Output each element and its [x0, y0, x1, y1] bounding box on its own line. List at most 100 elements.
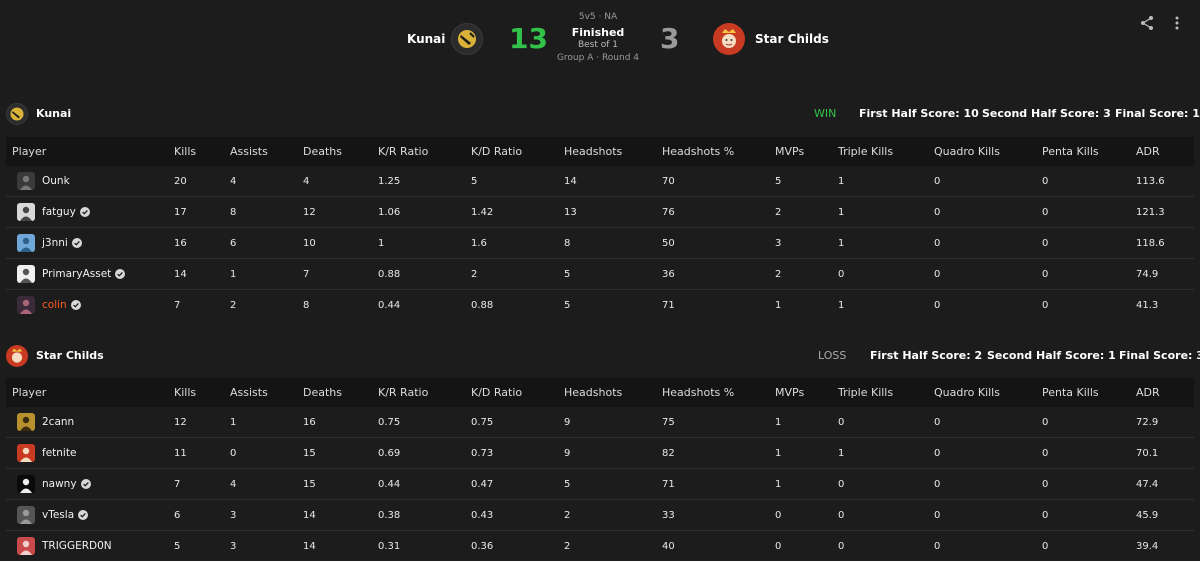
column-header[interactable]: Headshots %	[662, 378, 775, 407]
column-header[interactable]: Headshots	[564, 137, 662, 166]
column-header[interactable]: K/R Ratio	[378, 137, 471, 166]
column-header[interactable]: Triple Kills	[838, 378, 934, 407]
stat-cell-mvps: 1	[775, 416, 782, 428]
player-row[interactable]: Ounk 20 4 4 1.25 5 14 70 5 1 0 0 113.6	[6, 166, 1194, 197]
player-name[interactable]: vTesla	[42, 509, 74, 521]
column-header[interactable]: ADR	[1136, 378, 1194, 407]
stat-cell-deaths: 7	[303, 258, 378, 290]
team-name: Star Childs	[36, 349, 104, 362]
stat-cell-mvps: 1	[775, 289, 838, 320]
share-icon[interactable]	[1136, 12, 1158, 34]
stat-cell-adr: 45.9	[1136, 499, 1194, 531]
column-header[interactable]: Deaths	[303, 378, 378, 407]
stat-cell-quadro-kills: 0	[934, 499, 1042, 531]
kunai-logo-small	[6, 103, 28, 125]
column-header[interactable]: K/D Ratio	[471, 378, 564, 407]
column-header[interactable]: Player	[6, 137, 174, 166]
player-cell[interactable]: fatguy	[6, 196, 174, 228]
player-name[interactable]: colin	[42, 299, 67, 311]
column-header[interactable]: K/R Ratio	[378, 378, 471, 407]
player-cell[interactable]: 2cann	[6, 407, 174, 438]
column-header[interactable]: Deaths	[303, 137, 378, 166]
player-row[interactable]: fatguy 17 8 12 1.06 1.42 13 76 2 1 0 0 121.3	[6, 196, 1194, 228]
second-half-score: Second Half Score: 3	[982, 107, 1111, 120]
second-half-score: Second Half Score: 1	[987, 349, 1116, 362]
player-cell[interactable]: TRIGGERD0N	[6, 530, 174, 561]
avatar[interactable]	[17, 234, 35, 252]
avatar[interactable]	[17, 203, 35, 221]
stat-cell-k-d-ratio: 1.6	[471, 227, 564, 259]
column-header[interactable]: ADR	[1136, 137, 1194, 166]
column-header[interactable]: K/D Ratio	[471, 137, 564, 166]
stat-cell-adr: 47.4	[1136, 468, 1194, 500]
player-row[interactable]: 2cann 12 1 16 0.75 0.75 9 75 1 0 0 0 72.9	[6, 407, 1194, 438]
stat-cell-headshots: 8	[564, 227, 662, 259]
player-row[interactable]: PrimaryAsset 14 1 7 0.88 2 5 36 2 0 0 0 74.9	[6, 258, 1194, 290]
player-cell[interactable]: vTesla	[6, 499, 174, 531]
column-header[interactable]: Headshots	[564, 378, 662, 407]
column-header[interactable]: MVPs	[775, 137, 838, 166]
stat-cell-k-d-ratio: 0.36	[471, 530, 564, 561]
team2-name[interactable]: Star Childs	[755, 32, 829, 46]
avatar[interactable]	[17, 506, 35, 524]
stat-cell-kills: 5	[174, 530, 230, 561]
player-row[interactable]: fetnite 11 0 15 0.69 0.73 9 82 1 1 0 0 70.1	[6, 437, 1194, 469]
column-header[interactable]: Triple Kills	[838, 137, 934, 166]
column-header[interactable]: Kills	[174, 137, 230, 166]
stat-cell-adr: 39.4	[1136, 530, 1194, 561]
team1-name[interactable]: Kunai	[407, 32, 445, 46]
player-row[interactable]: vTesla 6 3 14 0.38 0.43 2 33 0 0 0 0 45.9	[6, 499, 1194, 531]
avatar[interactable]	[17, 296, 35, 314]
player-cell[interactable]: colin	[6, 289, 174, 320]
column-header[interactable]: Kills	[174, 378, 230, 407]
stat-cell-deaths: 16	[303, 416, 316, 428]
column-header[interactable]: MVPs	[775, 378, 838, 407]
player-name[interactable]: Ounk	[42, 175, 70, 187]
stat-cell-penta-kills: 0	[1042, 175, 1049, 187]
column-header[interactable]: Headshots %	[662, 137, 775, 166]
avatar[interactable]	[17, 413, 35, 431]
stat-cell-headshots: 82	[662, 437, 775, 469]
stat-cell-deaths: 4	[303, 175, 310, 187]
column-header[interactable]: Penta Kills	[1042, 137, 1136, 166]
avatar[interactable]	[17, 444, 35, 462]
player-row[interactable]: nawny 7 4 15 0.44 0.47 5 71 1 0 0 0 47.4	[6, 468, 1194, 500]
column-header[interactable]: Quadro Kills	[934, 378, 1042, 407]
star-childs-logo[interactable]	[713, 23, 745, 55]
player-cell[interactable]: PrimaryAsset	[6, 258, 174, 290]
stat-cell-deaths: 15	[303, 437, 378, 469]
more-vertical-icon[interactable]	[1166, 12, 1188, 34]
column-header[interactable]: Assists	[230, 378, 303, 407]
avatar[interactable]	[17, 537, 35, 555]
player-cell[interactable]: nawny	[6, 468, 174, 500]
stat-cell-triple-kills: 0	[838, 499, 934, 531]
player-cell[interactable]: j3nni	[6, 227, 174, 259]
player-row[interactable]: colin 7 2 8 0.44 0.88 5 71 1 1 0 0 41.3	[6, 289, 1194, 320]
stat-cell-triple-kills: 0	[838, 416, 845, 428]
column-header[interactable]: Quadro Kills	[934, 137, 1042, 166]
column-header[interactable]: Penta Kills	[1042, 378, 1136, 407]
player-row[interactable]: j3nni 16 6 10 1 1.6 8 50 3 1 0 0 118.6	[6, 227, 1194, 259]
best-of: Best of 1	[577, 40, 619, 50]
player-cell[interactable]: Ounk	[6, 166, 174, 197]
stat-cell-k-d-ratio: 5	[471, 175, 478, 187]
stat-cell-k-r-ratio: 0.38	[378, 499, 471, 531]
player-name[interactable]: PrimaryAsset	[42, 268, 111, 280]
player-row[interactable]: TRIGGERD0N 5 3 14 0.31 0.36 2 40 0 0 0 0 39.4	[6, 530, 1194, 561]
avatar[interactable]	[17, 475, 35, 493]
result-badge: WIN	[814, 107, 837, 120]
stat-cell-mvps: 1	[775, 437, 838, 469]
player-name[interactable]: fatguy	[42, 206, 76, 218]
player-name[interactable]: nawny	[42, 478, 77, 490]
player-name[interactable]: TRIGGERD0N	[42, 540, 112, 552]
column-header[interactable]: Assists	[230, 137, 303, 166]
column-header[interactable]: Player	[6, 378, 174, 407]
avatar[interactable]	[17, 172, 35, 190]
stat-cell-headshots: 50	[662, 227, 775, 259]
player-cell[interactable]: fetnite	[6, 437, 174, 469]
kunai-logo[interactable]	[451, 23, 483, 55]
player-name[interactable]: fetnite	[42, 447, 76, 459]
player-name[interactable]: j3nni	[42, 237, 68, 249]
player-name[interactable]: 2cann	[42, 416, 74, 428]
avatar[interactable]	[17, 265, 35, 283]
